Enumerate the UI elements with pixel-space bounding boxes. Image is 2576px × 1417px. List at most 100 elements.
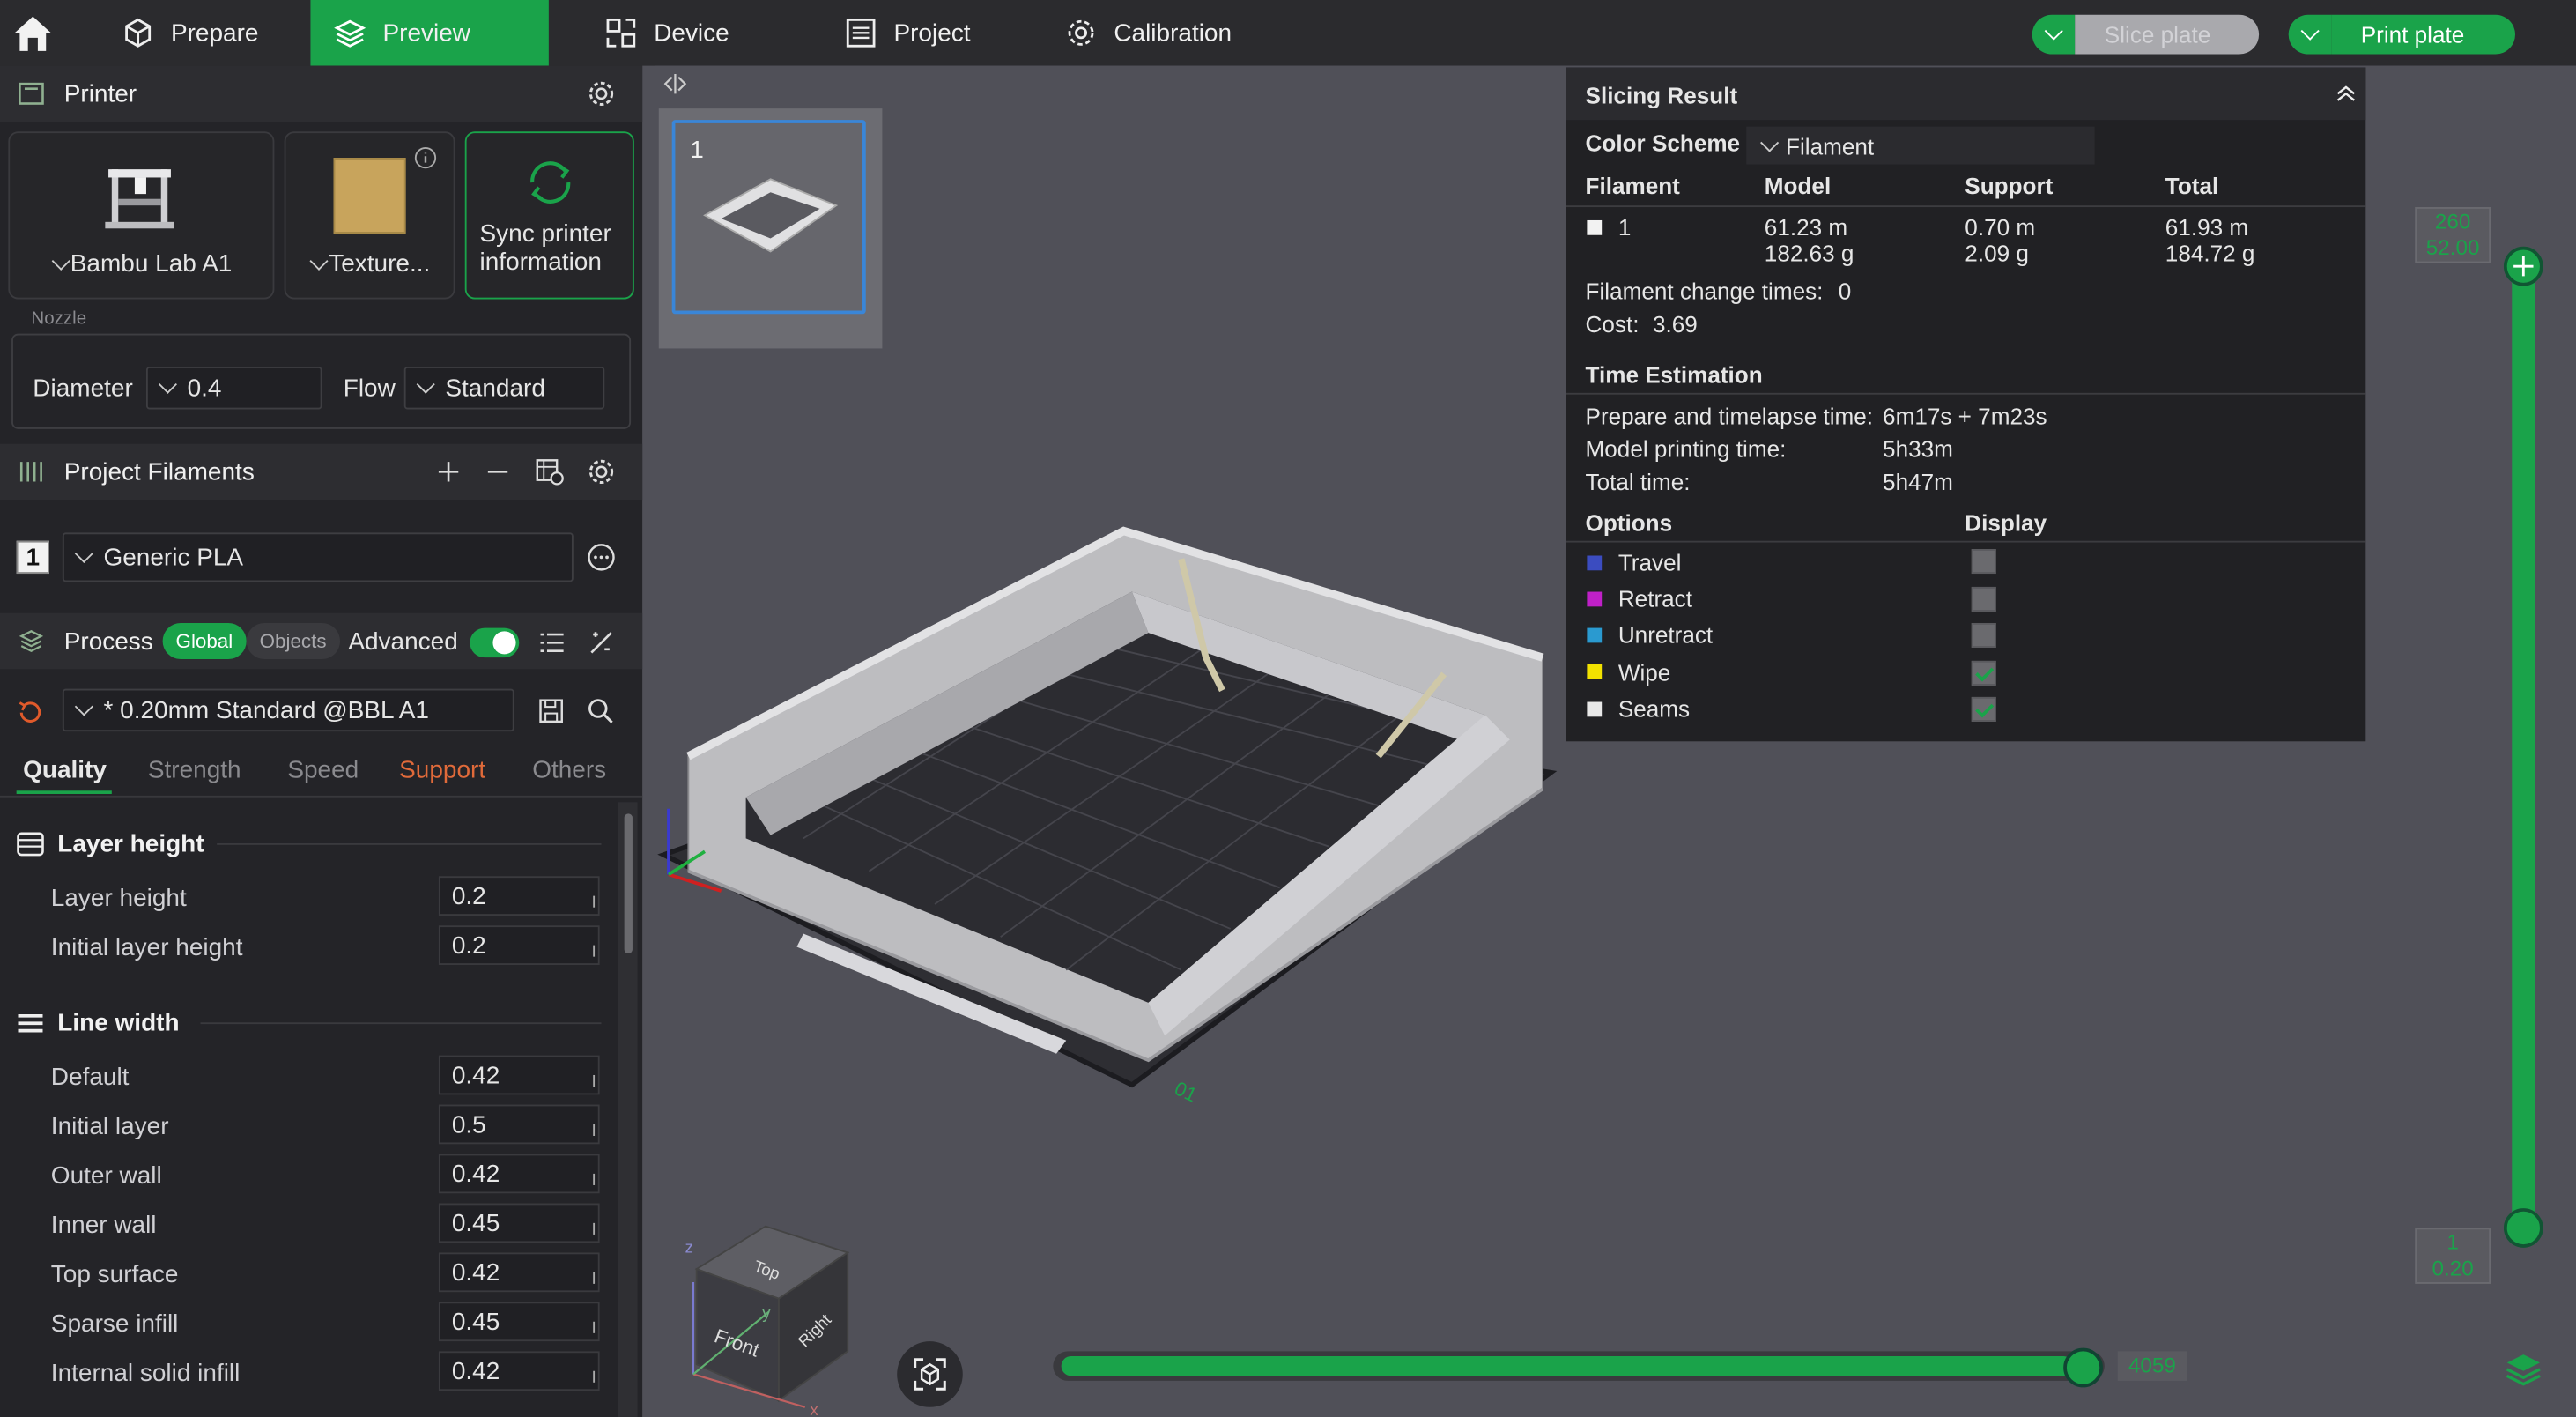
support-length: 0.70 m [1965,213,2036,241]
top-layer-handle[interactable] [2503,246,2543,286]
seams-checkbox[interactable] [1971,696,1996,722]
slice-plate-button[interactable]: Slice plate [2032,14,2260,55]
slice-dropdown-arrow[interactable] [2032,14,2076,55]
remove-icon[interactable] [485,458,511,485]
tab-support[interactable]: Support [399,756,485,784]
filament-select[interactable]: Generic PLA [62,532,574,582]
add-icon[interactable] [435,458,462,485]
flow-label: Flow [343,375,396,404]
filaments-section-header: Project Filaments [0,443,643,501]
list-view-icon[interactable] [537,628,567,658]
divider [1566,540,2366,543]
slicing-result-panel: Slicing Result Color Scheme Filament Fil… [1566,67,2366,742]
layer-height-input[interactable]: 0.2 [438,876,600,916]
inner-wall-width-input[interactable]: 0.45 [438,1203,600,1243]
tab-device[interactable]: Device [581,0,752,66]
global-toggle[interactable]: Global [162,622,247,660]
print-dropdown-arrow[interactable] [2288,14,2332,55]
diameter-select[interactable]: 0.4 [145,366,322,410]
setting-label: Layer height [50,884,187,913]
setting-label: Initial layer [50,1112,169,1141]
tab-project[interactable]: Project [821,0,993,66]
plate-type-card[interactable]: Texture... [284,131,455,300]
search-icon[interactable] [587,697,615,725]
reset-icon[interactable] [17,699,45,727]
top-surface-width-input[interactable]: 0.42 [438,1252,600,1293]
frame-cube-icon [914,1358,946,1391]
sync-printer-button[interactable]: Sync printer information [464,131,634,300]
initial-layer-width-input[interactable]: 0.5 [438,1104,600,1145]
bottom-layer-handle[interactable] [2503,1208,2543,1248]
axis-y-label: y [762,1303,771,1322]
slicing-result-title: Slicing Result [1585,82,1738,109]
tab-strength[interactable]: Strength [148,756,241,784]
outer-wall-width-input[interactable]: 0.42 [438,1154,600,1194]
printer-image [105,169,174,229]
process-profile-select[interactable]: * 0.20mm Standard @BBL A1 [62,688,514,732]
tab-preview[interactable]: Preview [310,0,549,66]
wipe-checkbox[interactable] [1971,660,1996,686]
section-divider [217,842,602,845]
flow-value: Standard [445,374,545,403]
save-icon[interactable] [537,697,566,725]
setting-label: Outer wall [50,1161,162,1191]
divider [1566,205,2366,208]
info-icon[interactable] [414,146,437,169]
layer-slider-track[interactable] [2512,263,2535,1230]
compare-icon[interactable] [587,628,617,658]
print-plate-button[interactable]: Print plate [2288,14,2516,55]
tab-speed[interactable]: Speed [287,756,359,784]
printer-name: Bambu Lab A1 [70,249,233,278]
travel-checkbox[interactable] [1971,549,1996,575]
tab-calibration[interactable]: Calibration [1041,0,1255,66]
internal-solid-infill-width-input[interactable]: 0.42 [438,1351,600,1391]
sparse-infill-width-input[interactable]: 0.45 [438,1302,600,1342]
bottom-layer-number: 1 [2446,1229,2459,1255]
filament-change-value: 0 [1838,278,1852,305]
printer-card[interactable]: Bambu Lab A1 [8,131,275,300]
color-scheme-select[interactable]: Filament [1746,126,2095,165]
total-length: 61.93 m [2165,213,2249,241]
tab-prepare[interactable]: Prepare [99,0,309,66]
tab-quality[interactable]: Quality [23,756,107,784]
device-icon [606,18,636,48]
retract-swatch [1587,591,1603,607]
wipe-swatch [1587,664,1603,679]
default-line-width-input[interactable]: 0.42 [438,1055,600,1095]
chevron-down-icon [1760,132,1780,152]
unretract-checkbox[interactable] [1971,622,1996,648]
objects-toggle[interactable]: Objects [246,622,340,660]
layers-icon [334,19,366,48]
tab-label: Preview [382,19,471,48]
setting-label: Sparse infill [50,1309,179,1339]
filament-sync-icon[interactable] [534,457,565,487]
gear-icon[interactable] [587,457,617,487]
option-label: Retract [1617,585,1692,612]
option-label: Travel [1617,549,1682,575]
flow-select[interactable]: Standard [403,366,605,410]
retract-checkbox[interactable] [1971,586,1996,612]
auto-orient-button[interactable] [897,1341,963,1407]
tab-others[interactable]: Others [532,756,606,784]
plate-thumbnail[interactable]: 1 [671,120,866,315]
chevron-down-icon [309,251,329,271]
gear-icon[interactable] [587,79,617,109]
tab-label: Calibration [1114,19,1232,48]
initial-layer-height-input[interactable]: 0.2 [438,925,600,965]
chevron-down-icon [158,375,177,394]
more-options-icon[interactable] [587,543,617,573]
prepare-time-label: Prepare and timelapse time: [1585,403,1874,429]
cube-icon [125,18,152,48]
settings-scrollbar-thumb[interactable] [624,813,633,953]
bottom-layer-height: 0.20 [2432,1256,2474,1281]
view-cube[interactable]: Top Front Right z y x [674,1216,858,1417]
home-icon[interactable] [10,11,56,55]
setting-label: Top surface [50,1260,179,1289]
collapse-icon[interactable] [2335,84,2358,103]
textured-plate-image [333,158,406,234]
collapse-sidebar-icon[interactable] [663,72,689,95]
line-width-icon [18,1013,43,1033]
layers-toggle-icon[interactable] [2504,1351,2543,1387]
advanced-switch[interactable] [470,627,520,658]
move-slider-handle[interactable] [2063,1347,2103,1388]
